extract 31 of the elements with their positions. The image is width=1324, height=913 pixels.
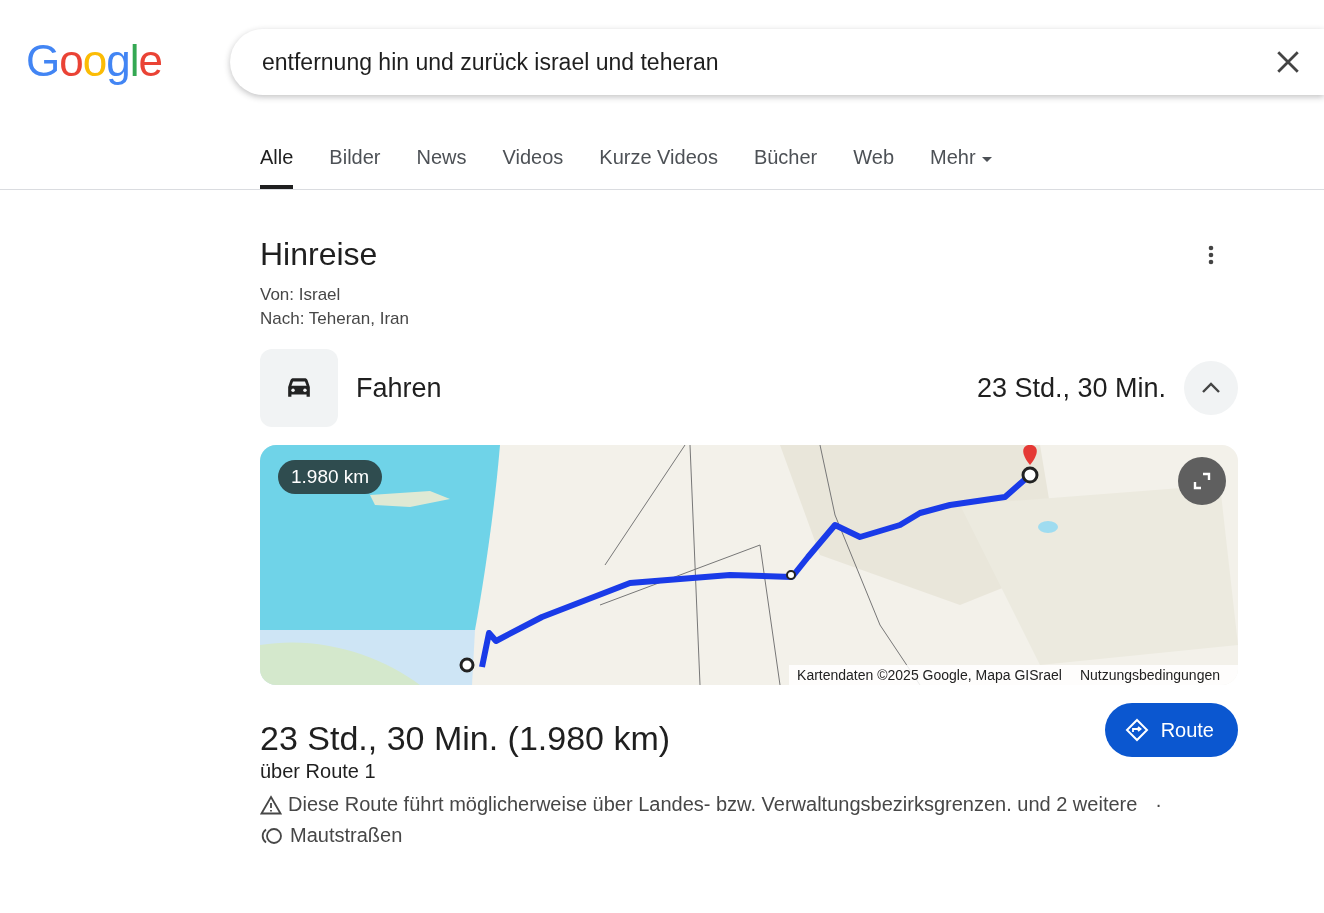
search-tab[interactable]: Videos bbox=[502, 124, 564, 189]
search-tab[interactable]: Alle bbox=[260, 124, 294, 189]
chevron-up-icon bbox=[1201, 382, 1221, 394]
toll-icon bbox=[260, 825, 284, 846]
distance-badge: 1.980 km bbox=[278, 460, 383, 494]
route-note: Diese Route führt möglicherweise über Landes- bzw. Verwaltungsbezirksgrenzen. und 2 weitere bbox=[288, 793, 1138, 816]
google-logo[interactable]: Google bbox=[0, 36, 230, 86]
more-options-icon[interactable] bbox=[1208, 244, 1214, 265]
directions-icon bbox=[1124, 718, 1149, 742]
warning-icon bbox=[260, 794, 282, 815]
search-tab[interactable]: Web bbox=[853, 124, 895, 189]
map-attribution: Kartendaten ©2025 Google, Mapa GISrael bbox=[797, 667, 1062, 683]
route-summary: 23 Std., 30 Min. (1.980 km) bbox=[260, 719, 671, 758]
search-field[interactable]: entfernung hin und zurück israel und teheran bbox=[260, 47, 1260, 77]
route-via-text: über Route 1 bbox=[260, 760, 377, 783]
expand-icon bbox=[1193, 472, 1211, 490]
search-tab[interactable]: Kurze Videos bbox=[599, 124, 718, 189]
separator-dot: · bbox=[1155, 793, 1163, 816]
terms-link[interactable]: Nutzungsbedingungen bbox=[1079, 667, 1220, 683]
search-tab[interactable]: Bücher bbox=[753, 124, 818, 189]
duration-text: 23 Std., 30 Min. bbox=[976, 372, 1166, 404]
section-title: Hinreise bbox=[260, 236, 378, 273]
travel-mode-label: Fahren bbox=[356, 372, 443, 404]
route-button[interactable]: Route bbox=[1104, 703, 1238, 757]
destination-text: Nach: Teheran, Iran bbox=[260, 309, 410, 329]
search-tab[interactable]: News bbox=[416, 124, 467, 189]
search-tab[interactable]: Mehr bbox=[930, 124, 992, 189]
route-note: Mautstraßen bbox=[290, 824, 403, 847]
car-icon bbox=[260, 349, 338, 427]
origin-text: Von: Israel bbox=[260, 285, 342, 305]
search-tab[interactable]: Bilder bbox=[329, 124, 381, 189]
